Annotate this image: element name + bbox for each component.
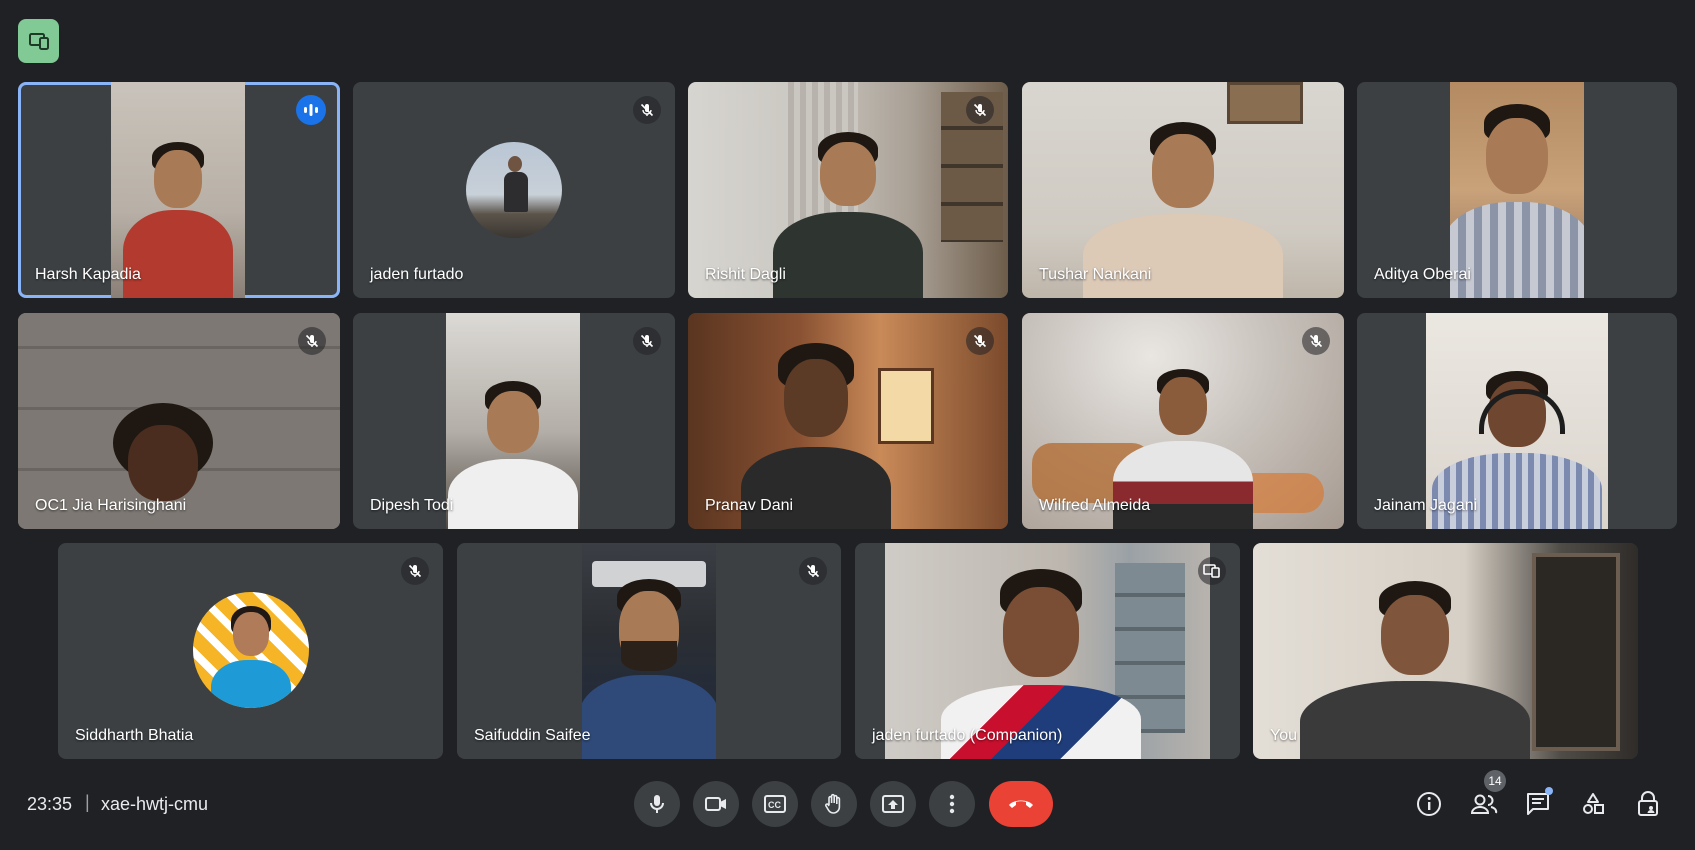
- muted-mic-icon: [401, 557, 429, 585]
- muted-mic-icon: [1302, 327, 1330, 355]
- participant-tile-tushar-nankani[interactable]: Tushar Nankani: [1022, 82, 1344, 298]
- participant-tile-pranav-dani[interactable]: Pranav Dani: [688, 313, 1008, 529]
- microphone-button[interactable]: [634, 781, 680, 827]
- participant-tile-jaden-furtado-companion[interactable]: jaden furtado (Companion): [855, 543, 1240, 759]
- participant-name: Dipesh Todi: [370, 497, 454, 514]
- companion-mode-icon: [28, 33, 49, 50]
- captions-button[interactable]: CC: [752, 781, 798, 827]
- raise-hand-icon: [825, 793, 841, 814]
- participant-tile-wilfred-almeida[interactable]: Wilfred Almeida: [1022, 313, 1344, 529]
- more-options-icon: [949, 794, 955, 814]
- meeting-code: xae-hwtj-cmu: [101, 794, 209, 814]
- meeting-details-button[interactable]: [1413, 788, 1445, 820]
- muted-mic-icon: [966, 327, 994, 355]
- muted-mic-icon: [298, 327, 326, 355]
- participant-name: Pranav Dani: [705, 497, 794, 514]
- participant-tile-harsh-kapadia[interactable]: Harsh Kapadia: [18, 82, 340, 298]
- people-count-badge: 14: [1484, 770, 1506, 792]
- muted-mic-icon: [633, 96, 661, 124]
- activities-button[interactable]: [1577, 788, 1609, 820]
- participant-name: Wilfred Almeida: [1039, 497, 1151, 514]
- chat-notification-dot: [1545, 787, 1553, 795]
- participant-video: [446, 313, 580, 529]
- chat-icon: [1527, 793, 1549, 815]
- muted-mic-icon: [966, 96, 994, 124]
- muted-mic-icon: [799, 557, 827, 585]
- participant-tile-you[interactable]: You: [1253, 543, 1638, 759]
- participant-name: Rishit Dagli: [705, 266, 786, 283]
- participant-tile-oc1-jia-harisinghani[interactable]: OC1 Jia Harisinghani: [18, 313, 340, 529]
- speaking-indicator-icon: [296, 95, 326, 125]
- participant-name: Tushar Nankani: [1039, 266, 1152, 283]
- participant-tile-jainam-jagani[interactable]: Jainam Jagani: [1357, 313, 1677, 529]
- participant-video: [1253, 543, 1638, 759]
- closed-captions-icon: CC: [764, 795, 786, 813]
- participant-name: Siddharth Bhatia: [75, 727, 194, 744]
- participant-name: Aditya Oberai: [1374, 266, 1471, 283]
- host-controls-button[interactable]: [1632, 788, 1664, 820]
- companion-mode-icon: [1198, 557, 1226, 585]
- raise-hand-button[interactable]: [811, 781, 857, 827]
- activities-icon: [1583, 793, 1604, 814]
- meeting-time: 23:35: [27, 794, 73, 814]
- end-call-button[interactable]: [989, 781, 1053, 827]
- meeting-controls-bar: 23:35 | xae-hwtj-cmu CC 14: [0, 770, 1695, 850]
- participant-avatar: [466, 142, 562, 238]
- present-screen-icon: [882, 795, 904, 813]
- meeting-info-icon: [1417, 792, 1441, 816]
- participant-name: OC1 Jia Harisinghani: [35, 497, 187, 514]
- more-options-button[interactable]: [929, 781, 975, 827]
- participant-name: You: [1270, 727, 1297, 744]
- participant-tile-saifuddin-saifee[interactable]: Saifuddin Saifee: [457, 543, 841, 759]
- participant-tile-aditya-oberai[interactable]: Aditya Oberai: [1357, 82, 1677, 298]
- companion-mode-badge[interactable]: [18, 19, 59, 63]
- participant-name: Jainam Jagani: [1374, 497, 1478, 514]
- participant-video: [582, 543, 716, 759]
- participant-tile-jaden-furtado[interactable]: jaden furtado: [353, 82, 675, 298]
- camera-button[interactable]: [693, 781, 739, 827]
- separator: |: [85, 792, 90, 812]
- participant-name: jaden furtado (Companion): [872, 727, 1063, 744]
- participant-tile-dipesh-todi[interactable]: Dipesh Todi: [353, 313, 675, 529]
- present-screen-button[interactable]: [870, 781, 916, 827]
- people-button[interactable]: [1468, 788, 1500, 820]
- people-icon: [1470, 794, 1498, 814]
- svg-text:CC: CC: [768, 800, 781, 810]
- end-call-icon: [1009, 800, 1033, 808]
- participant-avatar: [193, 592, 309, 708]
- participant-tile-rishit-dagli[interactable]: Rishit Dagli: [688, 82, 1008, 298]
- host-controls-icon: [1638, 791, 1658, 816]
- participant-tile-siddharth-bhatia[interactable]: Siddharth Bhatia: [58, 543, 443, 759]
- camera-icon: [705, 797, 726, 811]
- participant-name: jaden furtado: [370, 266, 464, 283]
- participant-name: Harsh Kapadia: [35, 266, 141, 283]
- microphone-icon: [650, 795, 664, 813]
- participant-name: Saifuddin Saifee: [474, 727, 591, 744]
- muted-mic-icon: [633, 327, 661, 355]
